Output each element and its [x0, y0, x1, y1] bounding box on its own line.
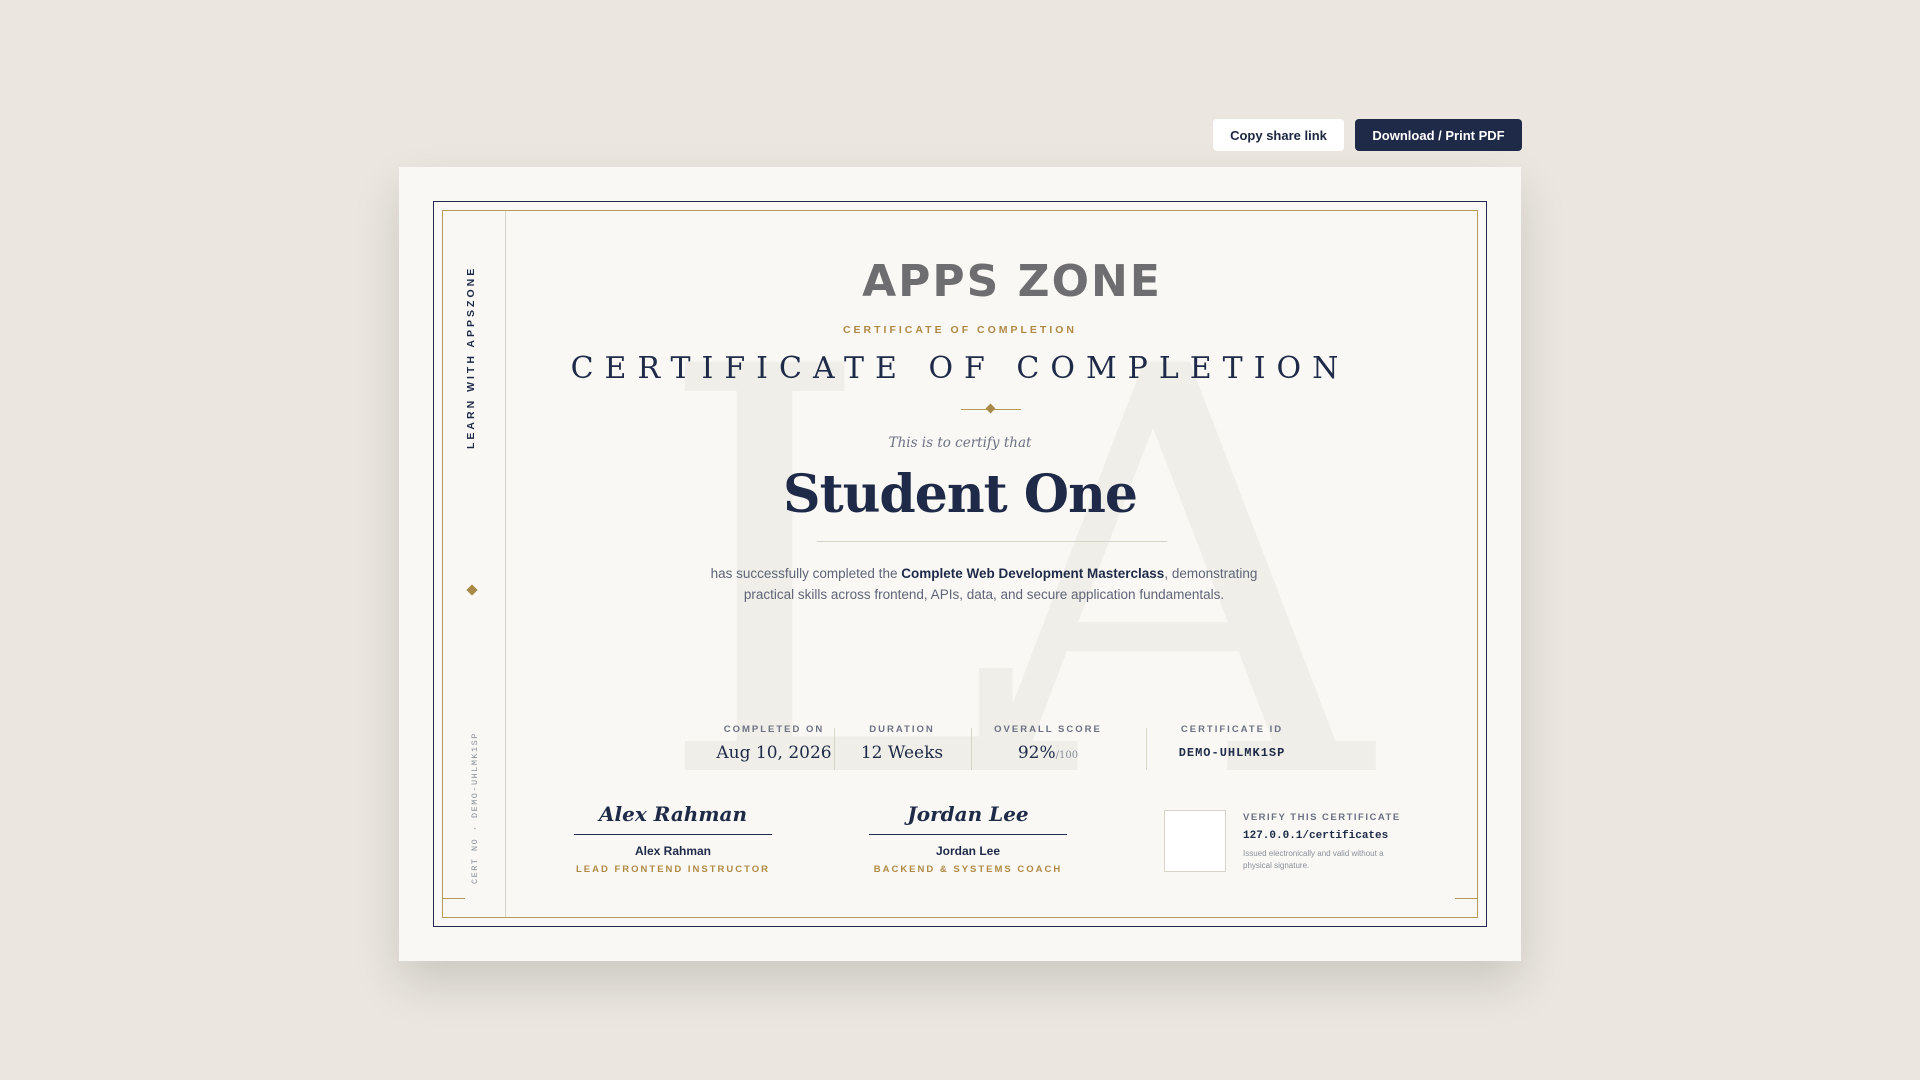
stat-divider [971, 728, 972, 770]
signature-script: Alex Rahman [599, 802, 747, 826]
signatory-name: Jordan Lee [935, 844, 1001, 858]
stat-value: Aug 10, 2026 [716, 743, 832, 763]
diamond-icon [985, 403, 996, 414]
stat-divider [1146, 728, 1147, 770]
stat-score: OVERALL SCORE 92%/100 [983, 724, 1113, 763]
score-value: 92% [1017, 743, 1056, 763]
completion-statement: has successfully completed the Complete … [704, 563, 1264, 605]
stat-completed: COMPLETED ON Aug 10, 2026 [699, 724, 849, 763]
copy-share-link-button[interactable]: Copy share link [1213, 119, 1344, 151]
verify-block: VERIFY THIS CERTIFICATE 127.0.0.1/certif… [1243, 812, 1423, 872]
statement-prefix: has successfully completed the [710, 566, 902, 581]
signatory-role: LEAD FRONTEND INSTRUCTOR [575, 864, 771, 875]
qr-code-placeholder [1164, 810, 1226, 872]
stat-value: 92%/100 [983, 743, 1113, 763]
course-name: Complete Web Development Masterclass [901, 566, 1165, 581]
name-underline [817, 541, 1167, 542]
signature-line [574, 834, 772, 835]
stat-certificate-id: CERTIFICATE ID DEMO-UHLMK1SP [1157, 724, 1307, 760]
apps-zone-logo: APPS ZONE [862, 256, 1162, 307]
signature-block-2: Jordan Lee Jordan Lee BACKEND & SYSTEMS … [869, 799, 1067, 875]
certify-intro: This is to certify that [888, 435, 1032, 451]
stats-row: COMPLETED ON Aug 10, 2026 DURATION 12 We… [399, 724, 1521, 774]
certificate-eyebrow: CERTIFICATE OF COMPLETION [842, 324, 1078, 336]
divider-ornament [961, 403, 1021, 414]
signatory-name: Alex Rahman [634, 844, 712, 858]
signature-block-1: Alex Rahman Alex Rahman LEAD FRONTEND IN… [574, 799, 772, 875]
stat-divider [834, 728, 835, 770]
verify-note: Issued electronically and valid without … [1243, 849, 1384, 870]
verify-label: VERIFY THIS CERTIFICATE [1243, 812, 1401, 823]
student-name: Student One [783, 464, 1138, 525]
signature-script: Jordan Lee [907, 802, 1029, 826]
score-unit: /100 [1055, 750, 1079, 761]
signature-line [869, 834, 1067, 835]
stat-duration: DURATION 12 Weeks [852, 724, 952, 763]
certificate-paper: LA LEARN WITH APPSZONE CERT NO · DEMO-UH… [399, 167, 1521, 961]
stat-label: CERTIFICATE ID [1180, 724, 1284, 735]
signatory-role: BACKEND & SYSTEMS COACH [873, 864, 1063, 875]
verify-url-link[interactable]: 127.0.0.1/certificates [1243, 830, 1423, 842]
certificate-headline: CERTIFICATE OF COMPLETION [570, 351, 1350, 386]
stat-label: COMPLETED ON [723, 724, 825, 735]
stat-value: 12 Weeks [860, 743, 944, 763]
stat-value: DEMO-UHLMK1SP [1178, 746, 1286, 760]
download-print-pdf-button[interactable]: Download / Print PDF [1355, 119, 1522, 151]
stat-label: OVERALL SCORE [994, 724, 1102, 735]
stat-label: DURATION [869, 724, 935, 735]
